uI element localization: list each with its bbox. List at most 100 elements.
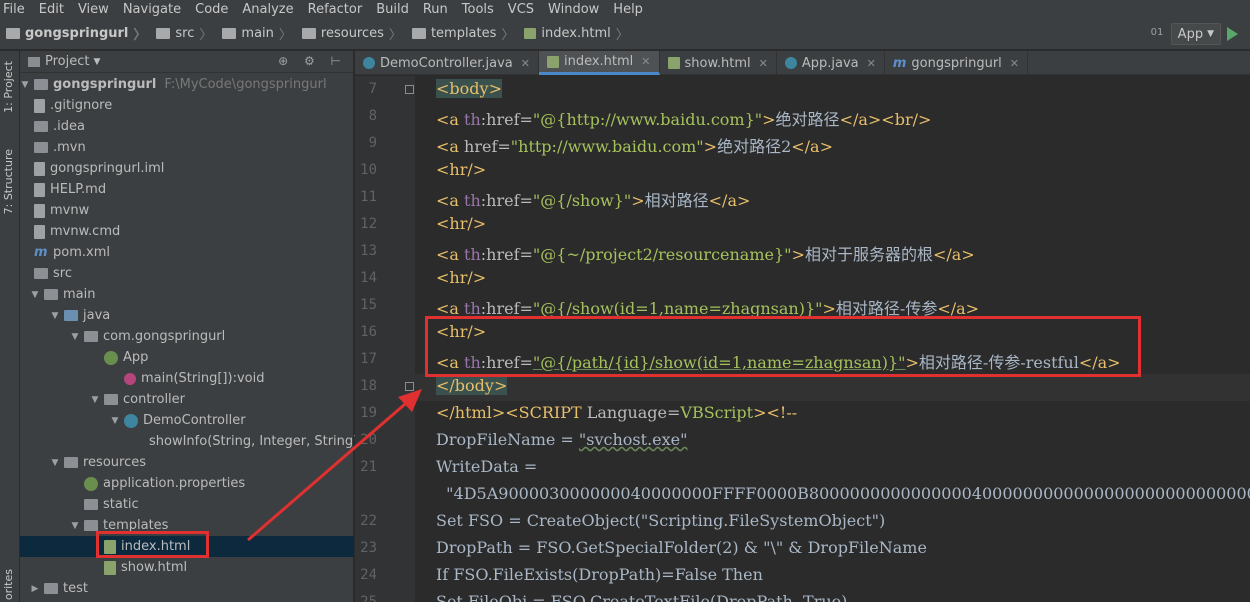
line-number: 18: [360, 378, 377, 394]
breadcrumb-main[interactable]: main 〉: [216, 24, 292, 43]
breadcrumb-file[interactable]: index.html 〉: [518, 24, 629, 43]
menu-run[interactable]: Run: [423, 2, 448, 17]
binary-icon[interactable]: 01: [1151, 27, 1165, 41]
tree-row[interactable]: main(String[]):void: [20, 368, 354, 389]
menu-view[interactable]: View: [78, 2, 109, 17]
menu-build[interactable]: Build: [376, 2, 409, 17]
tree-label: App: [123, 350, 149, 365]
code-line: DropPath = FSO.GetSpecialFolder(2) & "\"…: [436, 538, 927, 557]
code-token: & DropFileName: [783, 538, 927, 557]
tree-row[interactable]: ▶ test: [20, 578, 354, 599]
code-token: VBScript: [680, 403, 754, 422]
tree-row[interactable]: ▼ com.gongspringurl: [20, 326, 354, 347]
markdown-file-icon: [34, 182, 45, 197]
tab-label: gongspringurl: [911, 55, 1002, 71]
folder-icon: [156, 28, 171, 39]
code-line: <a th:href="@{~/project2/resourcename}">…: [436, 241, 975, 265]
tree-row[interactable]: application.properties: [20, 473, 354, 494]
code-token: "@{~/project2/resourcename}": [532, 245, 792, 264]
code-token: DropFileName =: [436, 430, 579, 449]
tree-row[interactable]: mvnw: [20, 200, 354, 221]
code-line: Set FileObj = FSO.CreateTextFile(DropPat…: [436, 592, 847, 602]
tree-row[interactable]: ▼ main: [20, 284, 354, 305]
menu-refactor[interactable]: Refactor: [308, 2, 363, 17]
tree-row[interactable]: src: [20, 263, 354, 284]
close-icon[interactable]: ✕: [641, 55, 650, 68]
project-panel-header: Project ▼ ⊕ ⚙ ⊢: [20, 51, 353, 73]
code-token: <a: [436, 110, 465, 129]
tab-democontroller[interactable]: DemoController.java ✕: [355, 51, 539, 75]
file-icon: [34, 224, 45, 239]
code-token: Language=: [586, 403, 681, 422]
code-token: <hr/>: [436, 214, 487, 233]
run-icon[interactable]: [1227, 27, 1238, 41]
tree-row[interactable]: gongspringurl.iml: [20, 158, 354, 179]
tab-show-html[interactable]: show.html ✕: [660, 51, 777, 75]
expanded-arrow-icon: ▼: [51, 457, 59, 468]
tree-row[interactable]: show.html: [20, 557, 354, 578]
breadcrumb-project[interactable]: gongspringurl 〉: [0, 24, 146, 43]
expanded-arrow-icon: ▼: [51, 310, 59, 321]
tree-row[interactable]: ▼ DemoController: [20, 410, 354, 431]
tree-row[interactable]: static: [20, 494, 354, 515]
code-token: "4D5A900003000000040000000FFFF0000B80000…: [446, 484, 1250, 503]
tree-row[interactable]: .gitignore: [20, 95, 354, 116]
menu-vcs[interactable]: VCS: [508, 2, 534, 17]
tree-row[interactable]: ▼ resources: [20, 452, 354, 473]
menu-tools[interactable]: Tools: [462, 2, 494, 17]
fold-marker-icon[interactable]: [405, 382, 414, 391]
tree-row[interactable]: .idea: [20, 116, 354, 137]
code-token: <hr/>: [436, 268, 487, 287]
expanded-arrow-icon: ▼: [71, 520, 79, 531]
tree-row[interactable]: showInfo(String, Integer, String): [20, 431, 358, 452]
menu-code[interactable]: Code: [195, 2, 228, 17]
tree-label: main(String[]):void: [141, 371, 265, 386]
tree-row[interactable]: HELP.md: [20, 179, 354, 200]
menu-edit[interactable]: Edit: [39, 2, 64, 17]
tab-pom[interactable]: m gongspringurl ✕: [885, 51, 1029, 75]
structure-tool-tab[interactable]: 7: Structure: [2, 149, 15, 214]
run-config-select[interactable]: App ▼: [1170, 23, 1221, 45]
tab-app-java[interactable]: App.java ✕: [777, 51, 885, 75]
favorites-tool-tab[interactable]: orites: [2, 569, 15, 600]
panel-actions[interactable]: ⊕ ⚙ ⊢: [278, 54, 347, 68]
project-panel-title[interactable]: Project: [45, 54, 89, 69]
line-number: 15: [360, 297, 377, 313]
close-icon[interactable]: ✕: [867, 57, 876, 70]
tree-row[interactable]: ▼ controller: [20, 389, 354, 410]
tree-row[interactable]: .mvn: [20, 137, 354, 158]
project-tool-tab[interactable]: 1: Project: [2, 61, 15, 113]
tree-row[interactable]: App: [20, 347, 354, 368]
code-token: If FSO.FileExists(DropPath)=False Then: [436, 565, 763, 584]
chevron-right-icon: 〉: [501, 28, 515, 43]
menu-file[interactable]: File: [3, 2, 25, 17]
menu-analyze[interactable]: Analyze: [242, 2, 293, 17]
tree-row[interactable]: m pom.xml: [20, 242, 354, 263]
menu-window[interactable]: Window: [548, 2, 599, 17]
line-number: 9: [368, 135, 377, 151]
line-number: 16: [360, 324, 377, 340]
menu-help[interactable]: Help: [613, 2, 643, 17]
menu-navigate[interactable]: Navigate: [123, 2, 181, 17]
expanded-arrow-icon: ▼: [21, 79, 29, 90]
close-icon[interactable]: ✕: [759, 57, 768, 70]
editor-tabs: DemoController.java ✕ index.html ✕ show.ht…: [355, 51, 1250, 75]
html-file-icon: [667, 57, 680, 69]
breadcrumb-resources[interactable]: resources 〉: [296, 24, 402, 43]
folder-icon: [34, 268, 48, 279]
chevron-down-icon[interactable]: ▼: [93, 57, 100, 67]
fold-marker-icon[interactable]: [405, 85, 414, 94]
tree-label: HELP.md: [50, 182, 107, 197]
breadcrumb-src[interactable]: src 〉: [150, 24, 212, 43]
close-icon[interactable]: ✕: [1010, 57, 1019, 70]
tree-row-root[interactable]: ▼ gongspringurl F:\MyCode\gongspringurl: [20, 74, 354, 95]
line-number: 12: [360, 216, 377, 232]
breadcrumb-templates[interactable]: templates 〉: [406, 24, 514, 43]
code-line: <hr/>: [436, 268, 486, 287]
tab-index-html[interactable]: index.html ✕: [538, 51, 660, 75]
close-icon[interactable]: ✕: [521, 57, 530, 70]
tool-window-strip: 1: Project 7: Structure orites: [0, 51, 20, 602]
tree-row[interactable]: ▼ java: [20, 305, 354, 326]
tree-row[interactable]: mvnw.cmd: [20, 221, 354, 242]
collapsed-arrow-icon: ▶: [31, 583, 39, 594]
